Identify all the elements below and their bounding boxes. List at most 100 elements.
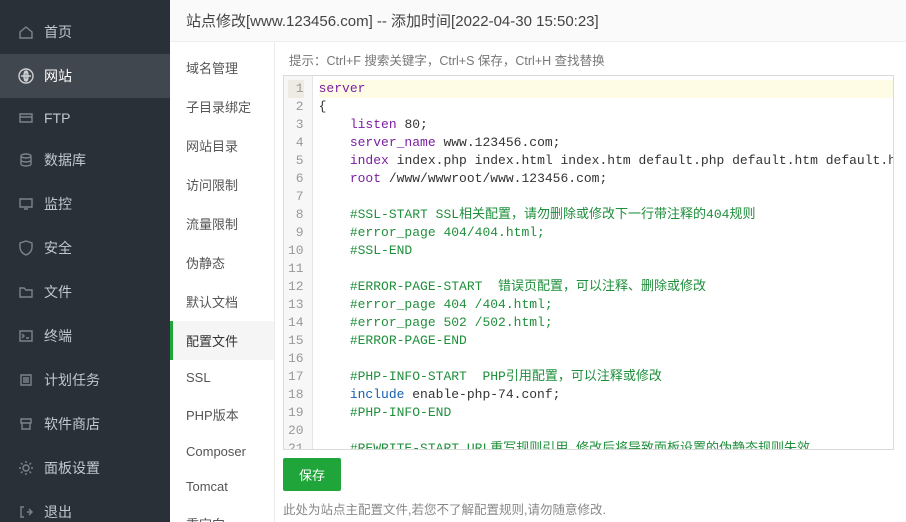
editor-gutter: 12345678910111213141516171819202122 [284,76,313,449]
sub-nav-item-9[interactable]: PHP版本 [170,395,274,434]
main-nav-item-1[interactable]: 网站 [0,54,170,98]
main-nav-label: FTP [44,110,70,126]
sub-nav-item-3[interactable]: 访问限制 [170,165,274,204]
shield-icon [18,240,34,256]
main-sidebar: 首页网站 FTP 数据库监控安全文件终端计划任务软件商店面板设置退出 [0,0,170,522]
code-line[interactable] [319,350,893,368]
main-nav-label: 终端 [44,326,72,346]
dialog-body: 域名管理子目录绑定网站目录访问限制流量限制伪静态默认文档配置文件SSLPHP版本… [170,42,906,522]
main-nav-item-4[interactable]: 监控 [0,182,170,226]
config-warning: 此处为站点主配置文件,若您不了解配置规则,请勿随意修改. [283,499,894,518]
gutter-line: 13 [288,296,304,314]
code-line[interactable]: #ERROR-PAGE-END [319,332,893,350]
code-line[interactable]: index index.php index.html index.htm def… [319,152,893,170]
main-nav-item-9[interactable]: 软件商店 [0,402,170,446]
main-nav-label: 安全 [44,238,72,258]
code-line[interactable]: #PHP-INFO-START PHP引用配置，可以注释或修改 [319,368,893,386]
sub-nav-item-2[interactable]: 网站目录 [170,126,274,165]
gutter-line: 19 [288,404,304,422]
editor-scroll[interactable]: 12345678910111213141516171819202122 serv… [284,76,893,449]
monitor-icon [18,196,34,212]
sub-nav-item-7[interactable]: 配置文件 [170,321,274,360]
gutter-line: 4 [288,134,304,152]
code-line[interactable]: #SSL-START SSL相关配置，请勿删除或修改下一行带注释的404规则 [319,206,893,224]
terminal-icon [18,328,34,344]
code-line[interactable]: #error_page 404 /404.html; [319,296,893,314]
main-nav-item-2[interactable]: FTP [0,98,170,138]
sub-nav-item-8[interactable]: SSL [170,360,274,395]
site-sub-nav: 域名管理子目录绑定网站目录访问限制流量限制伪静态默认文档配置文件SSLPHP版本… [170,42,275,522]
main-nav-label: 退出 [44,502,72,522]
gutter-line: 10 [288,242,304,260]
sub-nav-item-0[interactable]: 域名管理 [170,48,274,87]
sub-nav-item-5[interactable]: 伪静态 [170,243,274,282]
main-nav-label: 数据库 [44,150,86,170]
sub-nav-item-11[interactable]: Tomcat [170,469,274,504]
gutter-line: 5 [288,152,304,170]
code-line[interactable]: #error_page 502 /502.html; [319,314,893,332]
sub-nav-item-4[interactable]: 流量限制 [170,204,274,243]
code-line[interactable]: server_name www.123456.com; [319,134,893,152]
code-line[interactable]: #ERROR-PAGE-START 错误页配置，可以注释、删除或修改 [319,278,893,296]
main-nav-item-10[interactable]: 面板设置 [0,446,170,490]
main-nav-item-11[interactable]: 退出 [0,490,170,522]
code-line[interactable]: #SSL-END [319,242,893,260]
gutter-line: 7 [288,188,304,206]
main-nav-label: 计划任务 [44,370,100,390]
sub-nav-item-1[interactable]: 子目录绑定 [170,87,274,126]
gutter-line: 20 [288,422,304,440]
code-line[interactable]: root /www/wwwroot/www.123456.com; [319,170,893,188]
code-line[interactable] [319,260,893,278]
main-nav-item-6[interactable]: 文件 [0,270,170,314]
main-nav-label: 网站 [44,66,72,86]
gutter-line: 1 [288,80,304,98]
gutter-line: 17 [288,368,304,386]
dialog-title: 站点修改[www.123456.com] -- 添加时间[2022-04-30 … [170,0,906,42]
code-line[interactable]: #error_page 404/404.html; [319,224,893,242]
gutter-line: 12 [288,278,304,296]
editor-code[interactable]: server{ listen 80; server_name www.12345… [313,76,893,449]
editor-hint: 提示：Ctrl+F 搜索关键字，Ctrl+S 保存，Ctrl+H 查找替换 [289,50,894,69]
code-line[interactable] [319,422,893,440]
gutter-line: 14 [288,314,304,332]
main-nav-item-0[interactable]: 首页 [0,10,170,54]
code-line[interactable] [319,188,893,206]
dialog: 站点修改[www.123456.com] -- 添加时间[2022-04-30 … [170,0,906,522]
main-nav-item-7[interactable]: 终端 [0,314,170,358]
gutter-line: 9 [288,224,304,242]
main-nav-item-5[interactable]: 安全 [0,226,170,270]
globe-icon [18,68,34,84]
code-line[interactable]: listen 80; [319,116,893,134]
main-nav-item-3[interactable]: 数据库 [0,138,170,182]
main-nav-item-8[interactable]: 计划任务 [0,358,170,402]
sub-nav-item-10[interactable]: Composer [170,434,274,469]
code-line[interactable]: { [319,98,893,116]
main-nav-label: 监控 [44,194,72,214]
gutter-line: 2 [288,98,304,116]
home-icon [18,24,34,40]
logout-icon [18,504,34,520]
gutter-line: 11 [288,260,304,278]
folder-icon [18,284,34,300]
code-line[interactable]: #REWRITE-START URL重写规则引用,修改后将导致面板设置的伪静态规… [319,440,893,449]
gutter-line: 16 [288,350,304,368]
config-editor[interactable]: 12345678910111213141516171819202122 serv… [283,75,894,450]
gutter-line: 21 [288,440,304,449]
code-line[interactable]: server [319,80,893,98]
code-line[interactable]: include enable-php-74.conf; [319,386,893,404]
store-icon [18,416,34,432]
sub-nav-item-6[interactable]: 默认文档 [170,282,274,321]
gutter-line: 15 [288,332,304,350]
sub-nav-item-12[interactable]: 重定向 [170,504,274,522]
gutter-line: 3 [288,116,304,134]
main-nav-label: 软件商店 [44,414,100,434]
gutter-line: 18 [288,386,304,404]
main-nav-label: 面板设置 [44,458,100,478]
save-button[interactable]: 保存 [283,458,341,491]
config-panel: 提示：Ctrl+F 搜索关键字，Ctrl+S 保存，Ctrl+H 查找替换 12… [275,42,906,522]
main-nav-label: 文件 [44,282,72,302]
settings-icon [18,460,34,476]
code-line[interactable]: #PHP-INFO-END [319,404,893,422]
main-nav-label: 首页 [44,22,72,42]
tasks-icon [18,372,34,388]
